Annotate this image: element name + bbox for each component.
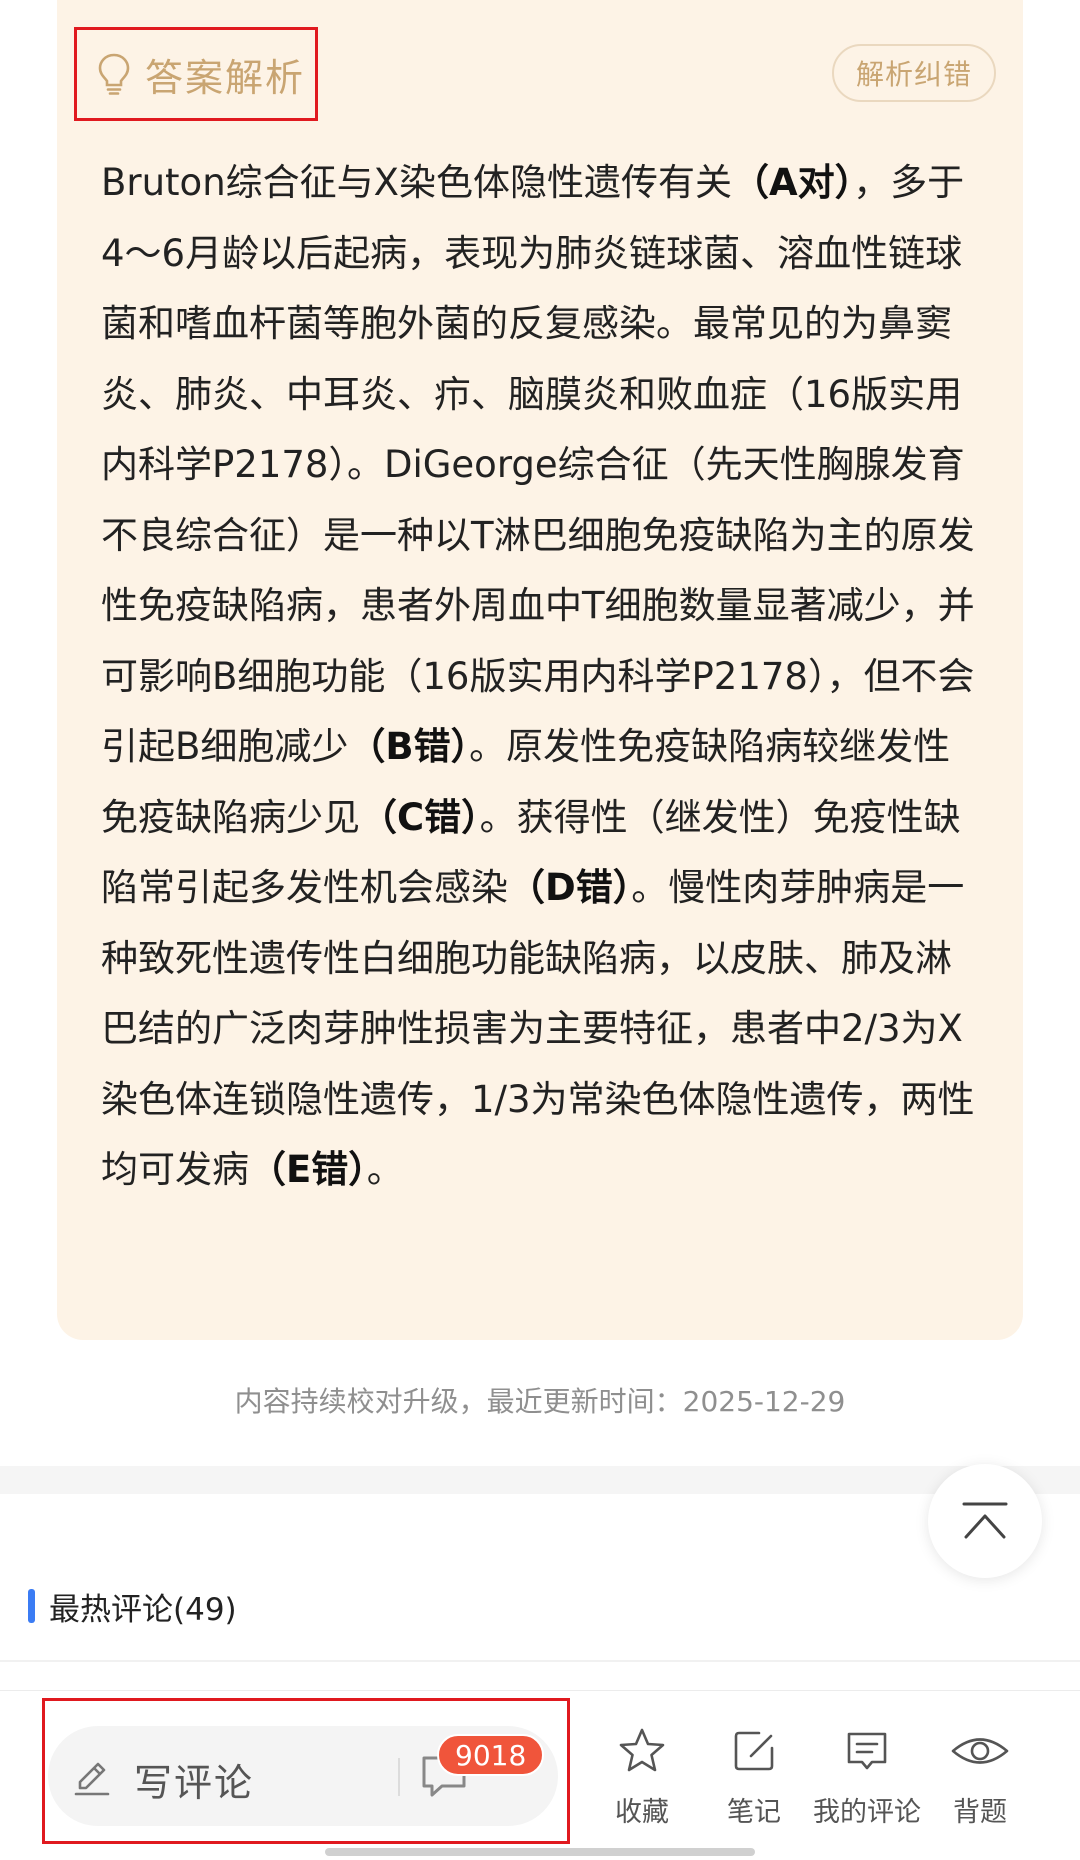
lightbulb-icon xyxy=(98,53,130,95)
hot-comments-header: 最热评论(49) xyxy=(28,1584,237,1628)
eye-icon xyxy=(951,1738,1009,1764)
my-comments-button[interactable]: 我的评论 xyxy=(812,1720,922,1832)
memorize-label: 背题 xyxy=(953,1797,1007,1828)
comments-divider xyxy=(0,1660,1080,1662)
note-edit-icon xyxy=(734,1731,774,1771)
home-indicator xyxy=(325,1848,755,1856)
hot-comments-label: 最热评论(49) xyxy=(49,1591,237,1628)
analysis-correction-button[interactable]: 解析纠错 xyxy=(832,44,996,102)
notes-label: 笔记 xyxy=(727,1797,781,1828)
favorite-label: 收藏 xyxy=(615,1797,669,1828)
analysis-text-segment: 。 xyxy=(366,1148,404,1191)
answer-verdict: （A对） xyxy=(732,161,854,204)
update-timestamp-note: 内容持续校对升级，最近更新时间：2025-12-29 xyxy=(234,1385,846,1418)
analysis-title: 答案解析 xyxy=(145,55,306,100)
analysis-text-segment: ，多于4～6月龄以后起病，表现为肺炎链球菌、溶血性链球菌和嗜血杆菌等胞外菌的反复… xyxy=(101,161,975,768)
analysis-text-segment: 。慢性肉芽肿病是一种致死性遗传性白细胞功能缺陷病，以皮肤、肺及淋巴结的广泛肉芽肿… xyxy=(101,866,975,1191)
favorite-button[interactable]: 收藏 xyxy=(587,1720,697,1832)
section-divider xyxy=(0,1466,1080,1494)
back-to-top-icon xyxy=(962,1502,1008,1539)
answer-analysis-card: 答案解析 解析纠错 Bruton综合征与X染色体隐性遗传有关（A对），多于4～6… xyxy=(57,0,1023,1340)
my-comment-icon xyxy=(847,1732,887,1770)
answer-verdict: （D错） xyxy=(508,866,632,909)
analysis-text-segment: Bruton综合征与X染色体隐性遗传有关 xyxy=(101,161,732,204)
memorize-button[interactable]: 背题 xyxy=(925,1720,1035,1832)
back-to-top-button[interactable] xyxy=(928,1464,1042,1578)
answer-verdict: （E错） xyxy=(249,1148,367,1191)
section-accent-bar xyxy=(28,1589,35,1623)
notes-button[interactable]: 笔记 xyxy=(699,1720,809,1832)
analysis-text: Bruton综合征与X染色体隐性遗传有关（A对），多于4～6月龄以后起病，表现为… xyxy=(101,148,981,1206)
analysis-header-highlight: 答案解析 xyxy=(74,27,318,121)
my-comments-label: 我的评论 xyxy=(813,1797,921,1828)
comment-box-highlight xyxy=(42,1698,570,1844)
star-icon xyxy=(619,1728,665,1772)
answer-verdict: （B错） xyxy=(348,725,470,768)
answer-verdict: （C错） xyxy=(360,795,480,839)
